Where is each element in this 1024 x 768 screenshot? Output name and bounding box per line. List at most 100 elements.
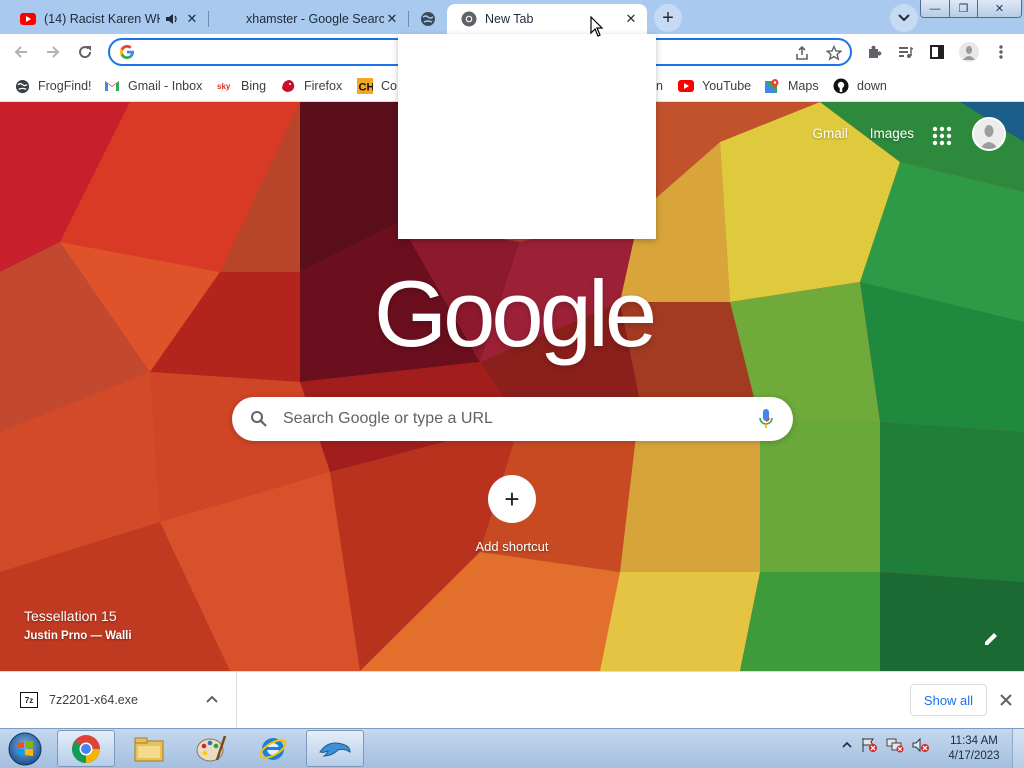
ntp-header-links: Gmail Images — [812, 126, 914, 141]
tab-youtube[interactable]: (14) Racist Karen WH ✕ — [6, 4, 208, 34]
taskbar-file-explorer[interactable] — [120, 730, 178, 767]
bookmark-label: Firefox — [304, 79, 343, 93]
close-tab-icon[interactable]: ✕ — [384, 11, 400, 27]
pencil-icon[interactable] — [982, 630, 1000, 648]
bookmark-firefox[interactable]: Firefox — [280, 76, 342, 96]
system-tray — [842, 737, 930, 753]
bookmark-youtube[interactable]: YouTube — [678, 76, 751, 96]
background-title[interactable]: Tessellation 15 — [24, 608, 117, 624]
tab-search-button[interactable] — [890, 4, 918, 32]
globe-icon — [14, 78, 30, 94]
bookmark-co[interactable]: CH Co — [357, 76, 397, 96]
tab-new-tab[interactable]: New Tab ✕ — [447, 4, 647, 34]
dolphin-icon — [319, 742, 351, 757]
chevron-up-icon[interactable] — [204, 692, 220, 708]
new-tab-button[interactable]: + — [654, 4, 682, 32]
microphone-icon[interactable] — [759, 409, 773, 429]
tab-pinned-globe[interactable] — [410, 4, 446, 34]
bookmark-label: Maps — [788, 79, 819, 93]
tray-overflow-chevron-icon[interactable] — [842, 741, 852, 749]
background-author[interactable]: Justin Prno — Walli — [24, 630, 132, 642]
taskbar-internet-explorer[interactable] — [244, 730, 302, 767]
gmail-link[interactable]: Gmail — [812, 126, 847, 141]
maximize-button[interactable]: ❐ — [949, 0, 977, 17]
reload-button[interactable] — [72, 39, 98, 65]
reload-icon — [79, 46, 92, 59]
profile-avatar-icon — [959, 42, 979, 62]
tab-separator — [408, 11, 409, 27]
forward-arrow-icon — [47, 46, 60, 58]
media-queue-icon — [899, 46, 913, 58]
side-panel-icon — [930, 45, 944, 59]
taskbar-clock[interactable]: 11:34 AM 4/17/2023 — [940, 734, 1008, 764]
bookmark-star-icon[interactable] — [824, 43, 844, 63]
plus-icon: + — [488, 475, 536, 523]
svg-text:sky: sky — [217, 82, 231, 91]
firefox-icon — [280, 78, 296, 94]
download-item[interactable]: 7z 7z2201-x64.exe — [0, 672, 237, 728]
gmail-icon — [104, 78, 120, 94]
paint-palette-icon — [196, 735, 227, 761]
search-icon — [251, 411, 267, 427]
chrome-menu-button[interactable] — [988, 39, 1014, 65]
taskbar-chrome[interactable] — [57, 730, 115, 767]
bookmark-label: down — [857, 79, 887, 93]
network-icon[interactable] — [886, 737, 904, 753]
google-g-icon — [120, 45, 134, 59]
close-tab-icon[interactable]: ✕ — [184, 11, 200, 27]
7zip-file-icon: 7z — [20, 692, 38, 708]
share-icon[interactable] — [792, 43, 812, 63]
github-icon — [833, 78, 849, 94]
tab-title: xhamster - Google Search — [246, 12, 384, 26]
bookmark-bing[interactable]: sky Bing — [217, 76, 266, 96]
add-shortcut[interactable]: + Add shortcut — [472, 475, 552, 554]
action-center-flag-icon[interactable] — [860, 737, 878, 753]
close-tab-icon[interactable]: ✕ — [623, 11, 639, 27]
bookmark-gmail[interactable]: Gmail - Inbox — [104, 76, 202, 96]
images-link[interactable]: Images — [870, 126, 914, 141]
show-all-button[interactable]: Show all — [910, 684, 987, 716]
minimize-button[interactable]: — — [921, 0, 949, 17]
bookmark-label: Bing — [241, 79, 267, 93]
puzzle-icon — [869, 45, 882, 58]
maps-icon — [764, 78, 780, 94]
youtube-icon — [678, 78, 694, 94]
search-placeholder: Search Google or type a URL — [283, 410, 493, 427]
taskbar-dolphin-emulator[interactable] — [306, 730, 364, 767]
bookmark-maps[interactable]: Maps — [764, 76, 819, 96]
media-controls-button[interactable] — [892, 39, 918, 65]
tab-hover-card — [398, 34, 656, 239]
show-desktop-button[interactable] — [1012, 729, 1024, 768]
google-apps-icon[interactable] — [930, 124, 954, 148]
bookmark-label: n — [656, 79, 663, 93]
taskbar-paint[interactable] — [182, 730, 240, 767]
folder-icon — [134, 737, 164, 761]
internet-explorer-icon — [259, 737, 287, 760]
google-icon — [222, 11, 238, 27]
profile-avatar-icon — [974, 119, 1004, 149]
side-panel-button[interactable] — [924, 39, 950, 65]
account-avatar[interactable] — [972, 117, 1006, 151]
ntp-search-box[interactable]: Search Google or type a URL — [232, 397, 793, 441]
speaker-icon[interactable] — [164, 11, 180, 27]
forward-button[interactable] — [40, 39, 66, 65]
bookmark-partial[interactable]: n — [656, 76, 663, 96]
bookmark-label: Co — [381, 79, 397, 93]
volume-muted-icon[interactable] — [912, 737, 930, 753]
close-icon[interactable] — [998, 692, 1014, 708]
windows-taskbar: 11:34 AM 4/17/2023 — [0, 728, 1024, 768]
bing-icon: sky — [217, 78, 233, 94]
svg-text:CH: CH — [359, 82, 374, 94]
bookmark-down[interactable]: down — [833, 76, 887, 96]
tab-google-search[interactable]: xhamster - Google Search ✕ — [208, 4, 408, 34]
profile-button[interactable] — [956, 39, 982, 65]
start-button[interactable] — [4, 731, 46, 767]
chevron-down-icon — [898, 14, 910, 22]
extensions-button[interactable] — [861, 39, 887, 65]
mouse-cursor-icon — [590, 16, 604, 37]
close-window-button[interactable]: ✕ — [977, 0, 1021, 17]
back-button[interactable] — [8, 39, 34, 65]
globe-icon — [420, 11, 436, 27]
bookmark-label: Gmail - Inbox — [128, 79, 203, 93]
bookmark-frogfind[interactable]: FrogFind! — [14, 76, 92, 96]
